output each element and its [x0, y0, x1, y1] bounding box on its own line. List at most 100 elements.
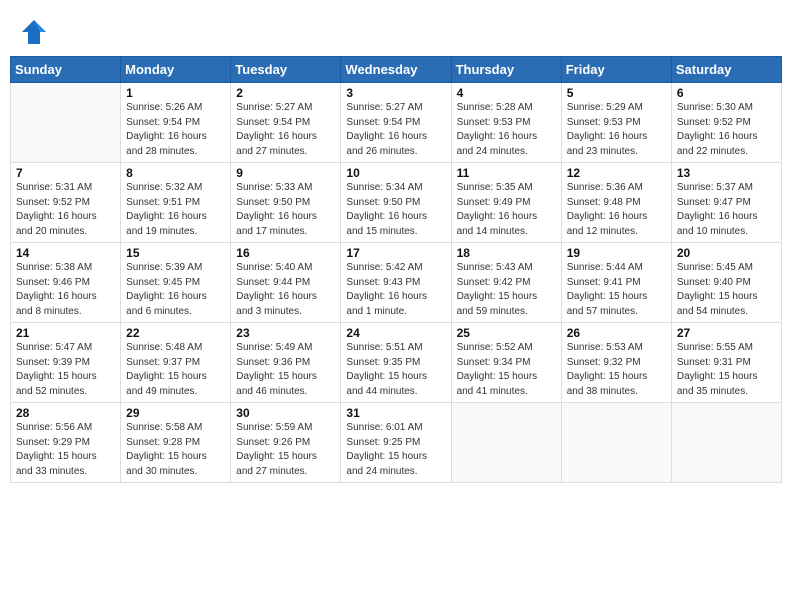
calendar-cell: 7Sunrise: 5:31 AM Sunset: 9:52 PM Daylig… — [11, 163, 121, 243]
calendar-cell: 5Sunrise: 5:29 AM Sunset: 9:53 PM Daylig… — [561, 83, 671, 163]
calendar-cell: 13Sunrise: 5:37 AM Sunset: 9:47 PM Dayli… — [671, 163, 781, 243]
calendar-cell: 4Sunrise: 5:28 AM Sunset: 9:53 PM Daylig… — [451, 83, 561, 163]
calendar-cell: 28Sunrise: 5:56 AM Sunset: 9:29 PM Dayli… — [11, 403, 121, 483]
calendar-cell: 12Sunrise: 5:36 AM Sunset: 9:48 PM Dayli… — [561, 163, 671, 243]
day-number: 25 — [457, 326, 556, 340]
day-number: 27 — [677, 326, 776, 340]
day-info: Sunrise: 5:33 AM Sunset: 9:50 PM Dayligh… — [236, 181, 335, 239]
calendar-cell — [561, 403, 671, 483]
day-info: Sunrise: 5:56 AM Sunset: 9:29 PM Dayligh… — [16, 421, 115, 479]
day-info: Sunrise: 5:31 AM Sunset: 9:52 PM Dayligh… — [16, 181, 115, 239]
calendar-cell: 2Sunrise: 5:27 AM Sunset: 9:54 PM Daylig… — [231, 83, 341, 163]
calendar-cell: 31Sunrise: 6:01 AM Sunset: 9:25 PM Dayli… — [341, 403, 451, 483]
day-info: Sunrise: 5:28 AM Sunset: 9:53 PM Dayligh… — [457, 101, 556, 159]
day-number: 22 — [126, 326, 225, 340]
calendar-cell: 16Sunrise: 5:40 AM Sunset: 9:44 PM Dayli… — [231, 243, 341, 323]
day-number: 8 — [126, 166, 225, 180]
day-number: 31 — [346, 406, 445, 420]
calendar-cell: 8Sunrise: 5:32 AM Sunset: 9:51 PM Daylig… — [121, 163, 231, 243]
day-number: 19 — [567, 246, 666, 260]
calendar-cell: 11Sunrise: 5:35 AM Sunset: 9:49 PM Dayli… — [451, 163, 561, 243]
calendar-week-row: 28Sunrise: 5:56 AM Sunset: 9:29 PM Dayli… — [11, 403, 782, 483]
day-number: 9 — [236, 166, 335, 180]
day-number: 2 — [236, 86, 335, 100]
day-number: 21 — [16, 326, 115, 340]
calendar-cell: 23Sunrise: 5:49 AM Sunset: 9:36 PM Dayli… — [231, 323, 341, 403]
day-info: Sunrise: 5:42 AM Sunset: 9:43 PM Dayligh… — [346, 261, 445, 319]
day-number: 23 — [236, 326, 335, 340]
day-number: 7 — [16, 166, 115, 180]
calendar-cell: 22Sunrise: 5:48 AM Sunset: 9:37 PM Dayli… — [121, 323, 231, 403]
calendar-cell: 29Sunrise: 5:58 AM Sunset: 9:28 PM Dayli… — [121, 403, 231, 483]
day-info: Sunrise: 5:37 AM Sunset: 9:47 PM Dayligh… — [677, 181, 776, 239]
calendar-cell: 25Sunrise: 5:52 AM Sunset: 9:34 PM Dayli… — [451, 323, 561, 403]
calendar-cell: 1Sunrise: 5:26 AM Sunset: 9:54 PM Daylig… — [121, 83, 231, 163]
day-number: 10 — [346, 166, 445, 180]
calendar-cell: 17Sunrise: 5:42 AM Sunset: 9:43 PM Dayli… — [341, 243, 451, 323]
day-of-week-header: Monday — [121, 57, 231, 83]
day-of-week-header: Saturday — [671, 57, 781, 83]
calendar-cell: 6Sunrise: 5:30 AM Sunset: 9:52 PM Daylig… — [671, 83, 781, 163]
day-info: Sunrise: 5:32 AM Sunset: 9:51 PM Dayligh… — [126, 181, 225, 239]
day-info: Sunrise: 5:53 AM Sunset: 9:32 PM Dayligh… — [567, 341, 666, 399]
day-number: 5 — [567, 86, 666, 100]
page-header — [10, 10, 782, 50]
day-number: 18 — [457, 246, 556, 260]
day-info: Sunrise: 5:34 AM Sunset: 9:50 PM Dayligh… — [346, 181, 445, 239]
day-of-week-header: Thursday — [451, 57, 561, 83]
calendar-cell — [11, 83, 121, 163]
day-info: Sunrise: 5:39 AM Sunset: 9:45 PM Dayligh… — [126, 261, 225, 319]
logo-icon — [20, 18, 48, 46]
day-info: Sunrise: 5:27 AM Sunset: 9:54 PM Dayligh… — [236, 101, 335, 159]
day-number: 13 — [677, 166, 776, 180]
day-number: 12 — [567, 166, 666, 180]
day-info: Sunrise: 5:26 AM Sunset: 9:54 PM Dayligh… — [126, 101, 225, 159]
day-of-week-header: Friday — [561, 57, 671, 83]
calendar-week-row: 14Sunrise: 5:38 AM Sunset: 9:46 PM Dayli… — [11, 243, 782, 323]
day-info: Sunrise: 5:52 AM Sunset: 9:34 PM Dayligh… — [457, 341, 556, 399]
day-number: 29 — [126, 406, 225, 420]
calendar-week-row: 7Sunrise: 5:31 AM Sunset: 9:52 PM Daylig… — [11, 163, 782, 243]
day-info: Sunrise: 5:27 AM Sunset: 9:54 PM Dayligh… — [346, 101, 445, 159]
day-info: Sunrise: 6:01 AM Sunset: 9:25 PM Dayligh… — [346, 421, 445, 479]
day-info: Sunrise: 5:44 AM Sunset: 9:41 PM Dayligh… — [567, 261, 666, 319]
day-number: 20 — [677, 246, 776, 260]
calendar-cell: 10Sunrise: 5:34 AM Sunset: 9:50 PM Dayli… — [341, 163, 451, 243]
calendar-cell: 9Sunrise: 5:33 AM Sunset: 9:50 PM Daylig… — [231, 163, 341, 243]
calendar-header-row: SundayMondayTuesdayWednesdayThursdayFrid… — [11, 57, 782, 83]
calendar-cell: 30Sunrise: 5:59 AM Sunset: 9:26 PM Dayli… — [231, 403, 341, 483]
calendar-cell: 27Sunrise: 5:55 AM Sunset: 9:31 PM Dayli… — [671, 323, 781, 403]
day-info: Sunrise: 5:45 AM Sunset: 9:40 PM Dayligh… — [677, 261, 776, 319]
day-info: Sunrise: 5:36 AM Sunset: 9:48 PM Dayligh… — [567, 181, 666, 239]
calendar-cell: 24Sunrise: 5:51 AM Sunset: 9:35 PM Dayli… — [341, 323, 451, 403]
calendar-table: SundayMondayTuesdayWednesdayThursdayFrid… — [10, 56, 782, 483]
day-number: 1 — [126, 86, 225, 100]
day-number: 11 — [457, 166, 556, 180]
day-number: 6 — [677, 86, 776, 100]
day-of-week-header: Sunday — [11, 57, 121, 83]
day-number: 14 — [16, 246, 115, 260]
day-number: 30 — [236, 406, 335, 420]
day-info: Sunrise: 5:35 AM Sunset: 9:49 PM Dayligh… — [457, 181, 556, 239]
calendar-cell: 14Sunrise: 5:38 AM Sunset: 9:46 PM Dayli… — [11, 243, 121, 323]
calendar-cell: 21Sunrise: 5:47 AM Sunset: 9:39 PM Dayli… — [11, 323, 121, 403]
day-info: Sunrise: 5:48 AM Sunset: 9:37 PM Dayligh… — [126, 341, 225, 399]
day-number: 24 — [346, 326, 445, 340]
day-info: Sunrise: 5:43 AM Sunset: 9:42 PM Dayligh… — [457, 261, 556, 319]
calendar-cell — [671, 403, 781, 483]
day-of-week-header: Tuesday — [231, 57, 341, 83]
day-number: 16 — [236, 246, 335, 260]
day-number: 28 — [16, 406, 115, 420]
calendar-cell: 19Sunrise: 5:44 AM Sunset: 9:41 PM Dayli… — [561, 243, 671, 323]
day-info: Sunrise: 5:38 AM Sunset: 9:46 PM Dayligh… — [16, 261, 115, 319]
day-info: Sunrise: 5:49 AM Sunset: 9:36 PM Dayligh… — [236, 341, 335, 399]
day-of-week-header: Wednesday — [341, 57, 451, 83]
day-info: Sunrise: 5:40 AM Sunset: 9:44 PM Dayligh… — [236, 261, 335, 319]
calendar-cell: 26Sunrise: 5:53 AM Sunset: 9:32 PM Dayli… — [561, 323, 671, 403]
calendar-week-row: 1Sunrise: 5:26 AM Sunset: 9:54 PM Daylig… — [11, 83, 782, 163]
calendar-cell: 15Sunrise: 5:39 AM Sunset: 9:45 PM Dayli… — [121, 243, 231, 323]
logo — [20, 18, 50, 46]
calendar-cell: 3Sunrise: 5:27 AM Sunset: 9:54 PM Daylig… — [341, 83, 451, 163]
calendar-cell: 18Sunrise: 5:43 AM Sunset: 9:42 PM Dayli… — [451, 243, 561, 323]
day-number: 26 — [567, 326, 666, 340]
